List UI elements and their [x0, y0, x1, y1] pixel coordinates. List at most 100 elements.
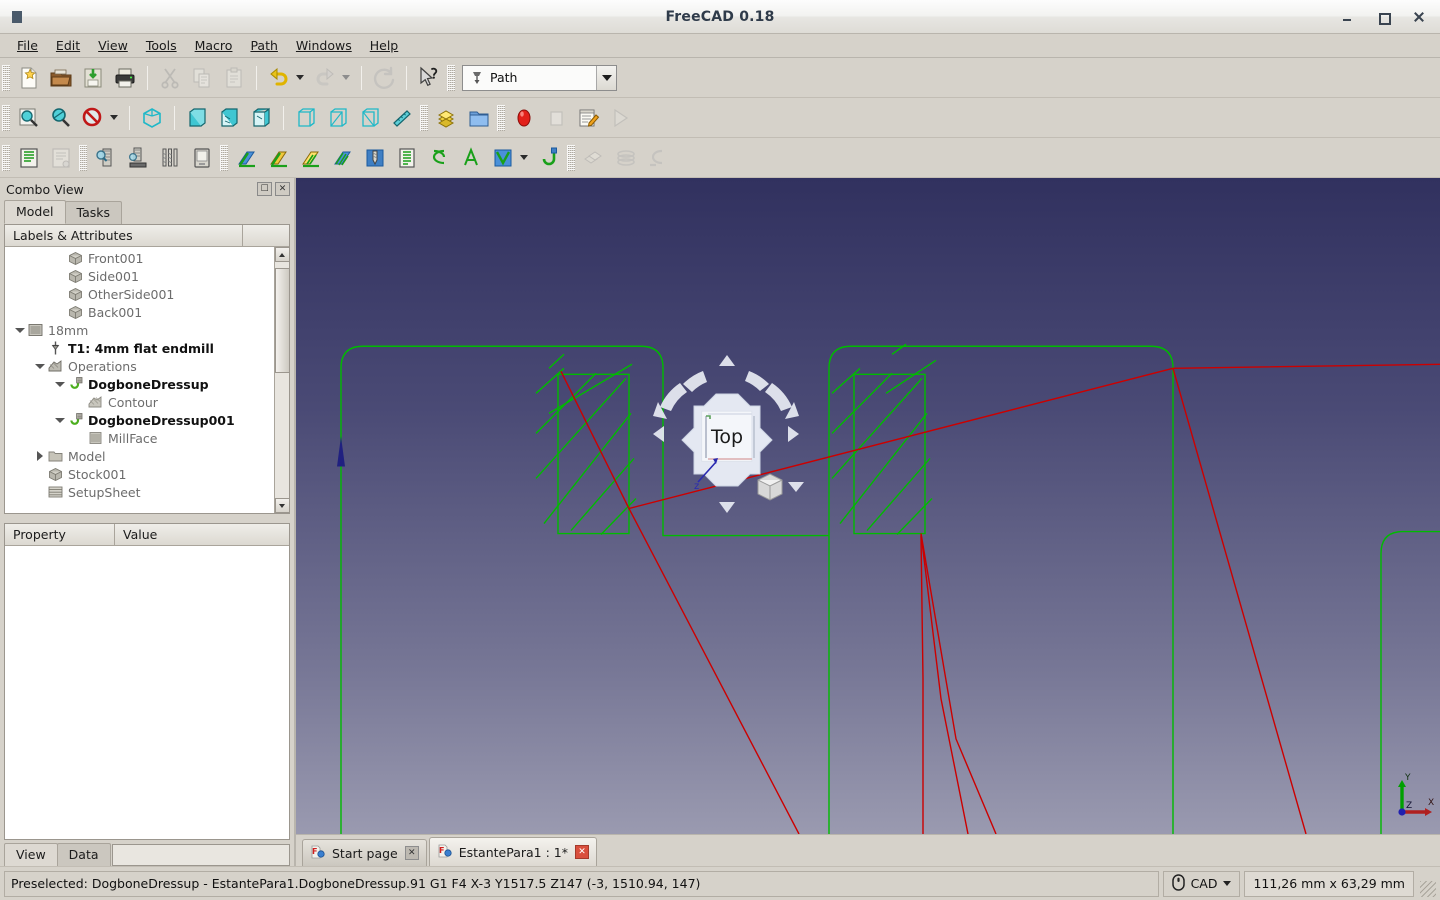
chevron-down-icon[interactable] [13, 321, 27, 339]
document-tab-start-page[interactable]: F Start page ✕ [302, 839, 427, 866]
print-document-button[interactable] [110, 63, 140, 93]
tab-model[interactable]: Model [4, 200, 66, 224]
property-editor-body[interactable] [5, 546, 289, 839]
toolbar-grip[interactable] [79, 144, 87, 171]
toolbar-grip[interactable] [497, 104, 505, 131]
toolbar-grip[interactable] [2, 64, 10, 91]
open-document-button[interactable] [46, 63, 76, 93]
tree-item-setupsheet[interactable]: SetupSheet [5, 483, 289, 501]
macro-record-button[interactable] [509, 103, 539, 133]
menu-windows[interactable]: Windows [287, 35, 361, 56]
path-face-button[interactable] [296, 143, 326, 173]
tab-tasks[interactable]: Tasks [64, 201, 123, 224]
paste-button[interactable] [219, 63, 249, 93]
front-view-button[interactable] [182, 103, 212, 133]
path-helix-button[interactable] [424, 143, 454, 173]
whats-this-button[interactable] [414, 63, 444, 93]
redo-button[interactable] [310, 63, 340, 93]
resize-grip[interactable] [1420, 881, 1436, 897]
tree-header-labels-attributes[interactable]: Labels & Attributes [5, 225, 243, 246]
draw-style-button[interactable] [78, 103, 108, 133]
tree-item-stock001[interactable]: Stock001 [5, 465, 289, 483]
tree-item-model[interactable]: Model [5, 447, 289, 465]
rear-view-button[interactable] [291, 103, 321, 133]
path-profile-button[interactable] [232, 143, 262, 173]
toolbar-grip[interactable] [2, 144, 10, 171]
macro-stop-button[interactable] [541, 103, 571, 133]
scroll-up-button[interactable] [274, 247, 290, 262]
tab-data[interactable]: Data [56, 843, 111, 866]
undo-dropdown-arrow[interactable] [296, 75, 304, 80]
path-tool-library-button[interactable] [123, 143, 153, 173]
chevron-down-icon[interactable] [33, 357, 47, 375]
path-drilling-button[interactable] [360, 143, 390, 173]
scrollbar-thumb[interactable] [274, 268, 290, 373]
tree-item-front001[interactable]: Front001 [5, 249, 289, 267]
menu-edit[interactable]: Edit [47, 35, 89, 56]
close-panel-button[interactable]: ✕ [275, 182, 290, 196]
path-pocket-shape-button[interactable] [264, 143, 294, 173]
tree-item-back001[interactable]: Back001 [5, 303, 289, 321]
redo-dropdown-arrow[interactable] [342, 75, 350, 80]
path-tool-bit-button[interactable] [155, 143, 185, 173]
toolbar-grip[interactable] [220, 144, 228, 171]
path-simulator-button[interactable] [187, 143, 217, 173]
toolbar-grip[interactable] [420, 104, 428, 131]
path-dressup-button[interactable] [534, 143, 564, 173]
create-group-button[interactable] [464, 103, 494, 133]
axonometric-view-button[interactable] [137, 103, 167, 133]
close-tab-button[interactable]: ✕ [574, 845, 589, 859]
tree-item-dogbonedressup001[interactable]: DogboneDressup001 [5, 411, 289, 429]
chevron-right-icon[interactable] [33, 447, 47, 465]
menu-path[interactable]: Path [241, 35, 286, 56]
menu-tools[interactable]: Tools [137, 35, 186, 56]
navigation-style-selector[interactable]: CAD [1162, 870, 1241, 897]
menu-macro[interactable]: Macro [186, 35, 242, 56]
scroll-down-button[interactable] [274, 498, 290, 513]
measure-button[interactable] [387, 103, 417, 133]
path-slot-button[interactable] [488, 143, 518, 173]
toolbar-grip[interactable] [2, 104, 10, 131]
maximize-button[interactable] [1376, 10, 1391, 25]
fit-selection-button[interactable] [46, 103, 76, 133]
undo-button[interactable] [264, 63, 294, 93]
navigation-cube[interactable]: Top z [636, 354, 816, 514]
menu-file[interactable]: File [8, 35, 47, 56]
path-op-dropdown-arrow[interactable] [520, 155, 528, 160]
workbench-part-button[interactable] [432, 103, 462, 133]
fit-all-button[interactable] [14, 103, 44, 133]
tree-item-operations[interactable]: Operations [5, 357, 289, 375]
path-surface-button[interactable] [328, 143, 358, 173]
close-button[interactable] [1412, 10, 1426, 24]
bottom-view-button[interactable] [323, 103, 353, 133]
tree-item-contour[interactable]: Contour [5, 393, 289, 411]
workbench-dropdown-arrow[interactable] [596, 65, 616, 90]
minimize-button[interactable] [1340, 10, 1354, 24]
tree-item-millface[interactable]: MillFace [5, 429, 289, 447]
float-panel-button[interactable]: ☐ [257, 182, 272, 196]
macro-execute-button[interactable] [605, 103, 635, 133]
tree-item-otherside001[interactable]: OtherSide001 [5, 285, 289, 303]
menu-help[interactable]: Help [361, 35, 408, 56]
refresh-button[interactable] [369, 63, 399, 93]
cut-button[interactable] [155, 63, 185, 93]
path-array-button[interactable] [579, 143, 609, 173]
tree-item-dogbonedressup[interactable]: DogboneDressup [5, 375, 289, 393]
path-post-process-button[interactable] [46, 143, 76, 173]
chevron-down-icon[interactable] [53, 411, 67, 429]
workbench-selector[interactable]: Path [462, 64, 617, 91]
left-view-button[interactable] [355, 103, 385, 133]
draw-style-dropdown-arrow[interactable] [110, 115, 118, 120]
copy-button[interactable] [187, 63, 217, 93]
tree-item-18mm[interactable]: 18mm [5, 321, 289, 339]
macro-edit-button[interactable] [573, 103, 603, 133]
document-tab-estantepara1[interactable]: F EstantePara1 : 1* ✕ [428, 837, 597, 866]
path-adaptive-button[interactable] [456, 143, 486, 173]
path-shape-button[interactable] [643, 143, 673, 173]
new-document-button[interactable] [14, 63, 44, 93]
path-copy-button[interactable] [611, 143, 641, 173]
chevron-down-icon[interactable] [53, 375, 67, 393]
save-document-button[interactable] [78, 63, 108, 93]
tab-view[interactable]: View [4, 843, 58, 866]
tree-item-side001[interactable]: Side001 [5, 267, 289, 285]
